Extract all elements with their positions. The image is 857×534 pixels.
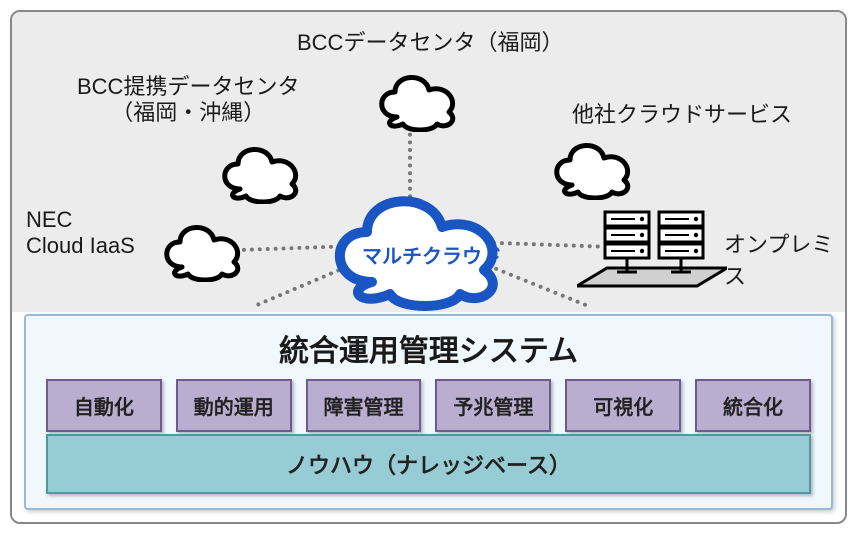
feature-row: 自動化 動的運用 障害管理 予兆管理 可視化 統合化 [46, 379, 811, 432]
management-system-panel: 統合運用管理システム 自動化 動的運用 障害管理 予兆管理 可視化 統合化 ノウ… [24, 314, 833, 510]
label-nec: NEC Cloud IaaS [26, 207, 135, 260]
label-bcc-partner-line2: （福岡・沖縄） [111, 100, 265, 125]
label-onpremise: オンプレミス [724, 227, 845, 291]
feature-fault-mgmt: 障害管理 [306, 379, 422, 432]
feature-automation: 自動化 [46, 379, 162, 432]
feature-predictive: 予兆管理 [435, 379, 551, 432]
cloud-icon-bcc-dc [367, 62, 467, 132]
label-other-cloud: 他社クラウドサービス [572, 102, 792, 128]
label-multicloud: マルチクラウド [362, 240, 502, 269]
cloud-icon-nec [152, 212, 252, 282]
cloud-icon-partner [210, 134, 310, 204]
diagram-frame: BCCデータセンタ（福岡） BCC提携データセンタ （福岡・沖縄） 他社クラウド… [0, 0, 857, 534]
label-nec-line1: NEC [26, 207, 72, 232]
feature-integrate: 統合化 [695, 379, 811, 432]
feature-dynamic-ops: 動的運用 [176, 379, 292, 432]
cloud-icon-other [542, 130, 642, 200]
feature-visualize: 可視化 [565, 379, 681, 432]
label-bcc-partner: BCC提携データセンタ （福岡・沖縄） [77, 74, 299, 127]
server-rack-icon [577, 204, 727, 304]
label-nec-line2: Cloud IaaS [26, 233, 135, 258]
panel-title: 統合運用管理システム [46, 326, 811, 370]
cloud-topology-area: BCCデータセンタ（福岡） BCC提携データセンタ （福岡・沖縄） 他社クラウド… [12, 12, 845, 312]
diagram-outer-border: BCCデータセンタ（福岡） BCC提携データセンタ （福岡・沖縄） 他社クラウド… [10, 10, 847, 524]
knowhow-box: ノウハウ（ナレッジベース） [46, 434, 811, 494]
label-bcc-partner-line1: BCC提携データセンタ [77, 74, 299, 99]
label-bcc-datacenter: BCCデータセンタ（福岡） [297, 30, 563, 56]
